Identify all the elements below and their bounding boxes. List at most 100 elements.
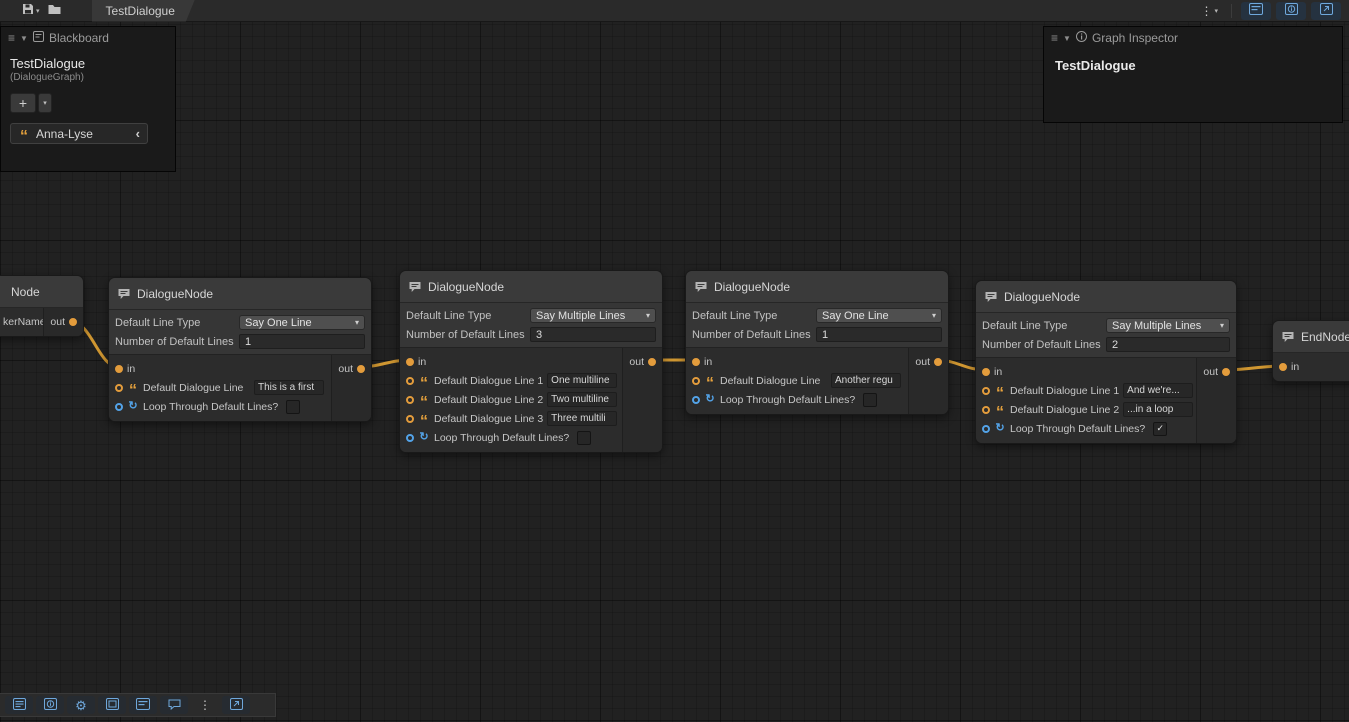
out-port[interactable]	[357, 365, 365, 373]
inspector-icon	[1285, 3, 1298, 18]
node-title: DialogueNode	[1004, 290, 1080, 304]
dialogue-line-field[interactable]: And we're...	[1123, 383, 1193, 398]
dialogue-line-port[interactable]	[406, 377, 414, 385]
loop-checkbox[interactable]	[863, 393, 877, 407]
open-panel-button[interactable]	[222, 696, 250, 714]
dialogue-line-field[interactable]: Three multili	[547, 411, 617, 426]
dropdown-value: Say One Line	[245, 317, 312, 329]
partial-node[interactable]: Node kerName out	[0, 275, 84, 337]
quote-icon: “	[418, 399, 430, 407]
blackboard-header[interactable]: ≡ ▼ Blackboard	[1, 27, 175, 49]
dialogue-node-1[interactable]: DialogueNode Default Line Type Say One L…	[108, 277, 372, 422]
bottom-toolbar: ⚙ ⋮	[0, 693, 276, 717]
blackboard-toggle-button[interactable]	[1241, 2, 1271, 20]
dialogue-line-field[interactable]: One multiline	[547, 373, 617, 388]
loop-port[interactable]	[115, 403, 123, 411]
add-property-dropdown[interactable]: ▾	[38, 93, 52, 113]
dialogue-line-port[interactable]	[115, 384, 123, 392]
tools-button[interactable]: ⚙	[67, 696, 95, 714]
load-button[interactable]	[44, 2, 66, 20]
dialogue-line-port[interactable]	[406, 415, 414, 423]
in-port[interactable]	[692, 358, 700, 366]
add-property-button[interactable]: +	[10, 93, 36, 113]
document-button[interactable]	[5, 696, 33, 714]
end-node[interactable]: EndNode in	[1272, 320, 1349, 382]
in-port[interactable]	[115, 365, 123, 373]
line-type-dropdown[interactable]: Say Multiple Lines ▾	[1106, 318, 1230, 333]
preview-toggle-button[interactable]	[1311, 2, 1341, 20]
tools-icon: ⚙	[75, 699, 87, 712]
dialogue-line-field[interactable]: ...in a loop	[1123, 402, 1193, 417]
chevron-left-icon[interactable]: ‹	[136, 126, 140, 141]
node-header[interactable]: DialogueNode	[976, 281, 1236, 313]
inspector-header[interactable]: ≡ ▼ Graph Inspector	[1044, 27, 1342, 49]
menu-icon[interactable]: ≡	[1051, 31, 1058, 45]
loop-checkbox[interactable]	[577, 431, 591, 445]
chevron-down-icon: ▾	[1220, 321, 1224, 330]
number-of-lines-field[interactable]: 2	[1106, 337, 1230, 352]
prop-label: Number of Default Lines	[115, 336, 239, 348]
node-header[interactable]: DialogueNode	[400, 271, 662, 303]
loop-checkbox[interactable]: ✓	[1153, 422, 1167, 436]
node-header[interactable]: Node	[0, 276, 83, 308]
inspector-toggle-button[interactable]	[1276, 2, 1306, 20]
prop-label: Default Line Type	[982, 320, 1106, 332]
dialogue-node-icon	[694, 281, 708, 293]
port-row: out	[50, 313, 77, 330]
line-type-dropdown[interactable]: Say Multiple Lines ▾	[530, 308, 656, 323]
in-port[interactable]	[1279, 363, 1287, 371]
dialogue-node-4[interactable]: DialogueNode Default Line Type Say Multi…	[975, 280, 1237, 444]
collapse-icon[interactable]: ▼	[1063, 34, 1071, 43]
out-port[interactable]	[1222, 368, 1230, 376]
dialogue-line-port[interactable]	[982, 387, 990, 395]
dialogue-line-field[interactable]: This is a first	[254, 380, 324, 395]
node-header[interactable]: DialogueNode	[109, 278, 371, 310]
out-port[interactable]	[934, 358, 942, 366]
toolbar-separator	[1231, 4, 1232, 18]
line-type-dropdown[interactable]: Say One Line ▾	[816, 308, 942, 323]
save-button[interactable]: ▾	[18, 2, 44, 20]
quote-icon: “	[994, 409, 1006, 417]
blackboard-property[interactable]: “ Anna-Lyse ‹	[10, 123, 148, 144]
dialogue-node-2[interactable]: DialogueNode Default Line Type Say Multi…	[399, 270, 663, 453]
in-port[interactable]	[406, 358, 414, 366]
blackboard-button[interactable]	[129, 696, 157, 714]
dialogue-line-field[interactable]: Two multiline	[547, 392, 617, 407]
quote-icon: “	[18, 133, 30, 141]
number-of-lines-field[interactable]: 3	[530, 327, 656, 342]
dialogue-line-field[interactable]: Another regu	[831, 373, 901, 388]
loop-port[interactable]	[982, 425, 990, 433]
loop-port[interactable]	[692, 396, 700, 404]
dialogue-node-3[interactable]: DialogueNode Default Line Type Say One L…	[685, 270, 949, 415]
chevron-down-icon: ▾	[355, 318, 359, 327]
menu-icon[interactable]: ≡	[8, 31, 15, 45]
loop-port[interactable]	[406, 434, 414, 442]
port-label: out	[50, 316, 65, 328]
node-header[interactable]: EndNode	[1273, 321, 1349, 353]
folder-icon	[48, 3, 61, 18]
out-port[interactable]	[648, 358, 656, 366]
chevron-down-icon: ▾	[932, 311, 936, 320]
node-header[interactable]: DialogueNode	[686, 271, 948, 303]
inspector-button[interactable]	[36, 696, 64, 714]
dialogue-line-port[interactable]	[692, 377, 700, 385]
dialogue-line-port[interactable]	[982, 406, 990, 414]
in-port[interactable]	[982, 368, 990, 376]
loop-icon: ↻	[704, 394, 716, 405]
dialogue-line-port[interactable]	[406, 396, 414, 404]
out-port[interactable]	[69, 318, 77, 326]
number-of-lines-field[interactable]: 1	[816, 327, 942, 342]
quote-icon: “	[994, 390, 1006, 398]
port-label: Default Dialogue Line	[143, 382, 243, 394]
number-of-lines-field[interactable]: 1	[239, 334, 365, 349]
graph-tab[interactable]: TestDialogue	[92, 0, 195, 22]
port-label: Default Dialogue Line 1	[434, 375, 543, 387]
node-title: DialogueNode	[714, 280, 790, 294]
collapse-icon[interactable]: ▼	[20, 34, 28, 43]
dialogue-button[interactable]	[160, 696, 188, 714]
line-type-dropdown[interactable]: Say One Line ▾	[239, 315, 365, 330]
more-button[interactable]: ⋮	[191, 696, 219, 714]
frame-button[interactable]	[98, 696, 126, 714]
options-menu-button[interactable]: ⋮ ▾	[1196, 2, 1222, 20]
loop-checkbox[interactable]	[286, 400, 300, 414]
